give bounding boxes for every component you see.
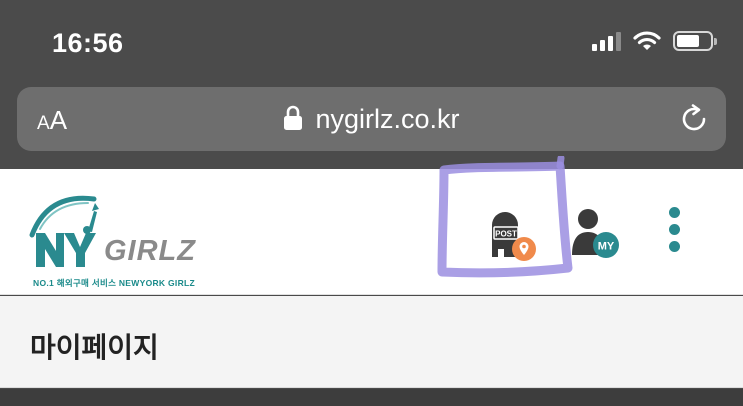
my-account-button[interactable]: MY (570, 205, 622, 261)
more-dot-icon (668, 241, 680, 252)
more-dot-icon (668, 224, 680, 235)
status-icons (592, 30, 717, 52)
cellular-signal-icon (592, 31, 621, 51)
url-display[interactable]: nygirlz.co.kr (17, 104, 726, 135)
logo-text: GIRLZ (104, 235, 196, 267)
logo-subtext: NO.1 해외구매 서비스 NEWYORK GIRLZ (33, 278, 196, 288)
battery-icon (673, 31, 717, 51)
reload-icon[interactable] (678, 103, 710, 135)
more-menu-button[interactable] (664, 207, 684, 257)
my-label: MY (598, 241, 615, 253)
browser-chrome: 16:56 AAAA nygirlz.co.kr (0, 0, 743, 169)
lock-icon (283, 105, 303, 131)
url-text: nygirlz.co.kr (315, 104, 460, 134)
status-time: 16:56 (52, 28, 124, 58)
post-label: POST (495, 230, 517, 239)
mailbox-location-icon: POST (492, 212, 536, 261)
wifi-icon (633, 31, 661, 50)
more-dot-icon (668, 207, 680, 218)
site-logo[interactable]: GIRLZ NO.1 해외구매 서비스 NEWYORK GIRLZ (28, 189, 198, 288)
page-title-bar: 마이페이지 (0, 296, 743, 388)
post-address-button[interactable]: POST (488, 207, 542, 263)
user-my-icon: MY (572, 209, 619, 258)
site-header: GIRLZ NO.1 해외구매 서비스 NEWYORK GIRLZ POST M… (0, 169, 743, 295)
address-bar[interactable]: AAAA nygirlz.co.kr (17, 87, 726, 151)
content-strip (0, 389, 743, 406)
page-title: 마이페이지 (30, 332, 159, 363)
